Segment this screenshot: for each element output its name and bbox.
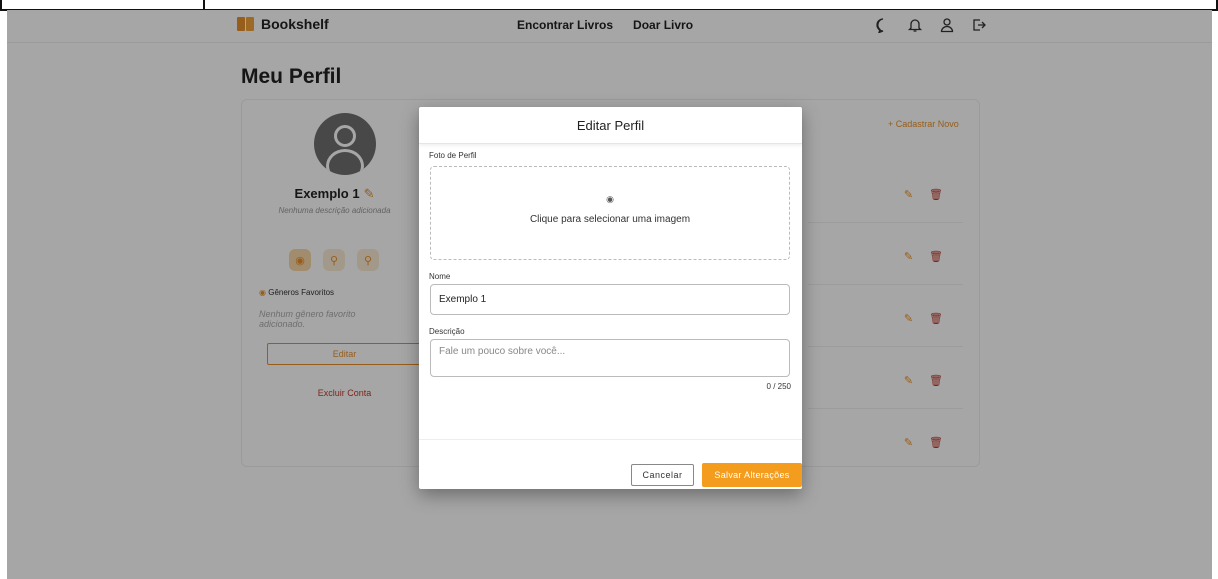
modal-title: Editar Perfil xyxy=(419,107,802,144)
modal-footer-divider xyxy=(419,439,802,440)
name-input[interactable]: Exemplo 1 xyxy=(430,284,790,315)
save-changes-button[interactable]: Salvar Alterações xyxy=(702,463,802,487)
frame-left-edge xyxy=(0,0,2,9)
app-viewport: Bookshelf Encontrar Livros Doar Livro Me… xyxy=(7,10,1212,579)
frame-divider xyxy=(203,0,205,9)
photo-prompt: Clique para selecionar uma imagem xyxy=(529,214,691,225)
photo-label: Foto de Perfil xyxy=(429,151,477,160)
description-textarea[interactable]: Fale um pouco sobre você... xyxy=(430,339,790,377)
description-label: Descrição xyxy=(429,327,465,336)
photo-dropzone[interactable]: ◉ Clique para selecionar uma imagem xyxy=(430,166,790,260)
char-counter: 0 / 250 xyxy=(766,382,791,391)
edit-profile-modal: Editar Perfil Foto de Perfil ◉ Clique pa… xyxy=(419,107,802,489)
camera-icon: ◉ xyxy=(606,194,614,204)
name-label: Nome xyxy=(429,272,451,281)
cancel-button[interactable]: Cancelar xyxy=(631,464,694,486)
